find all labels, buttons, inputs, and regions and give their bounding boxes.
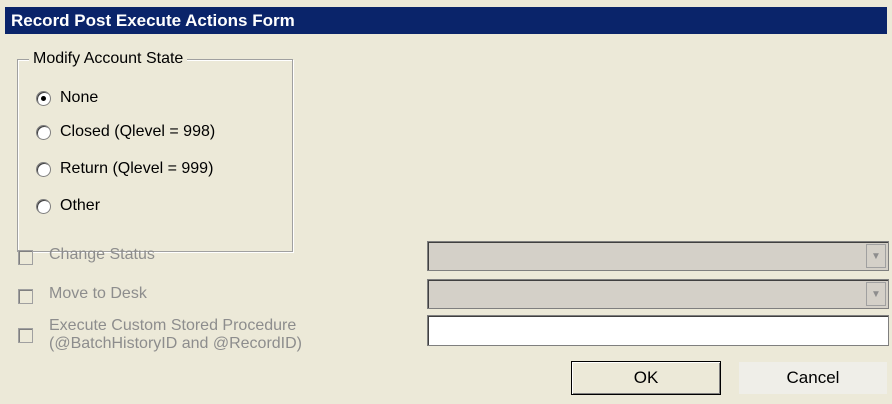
move-to-desk-label: Move to Desk [49,285,147,302]
custom-proc-input[interactable] [427,315,889,346]
dialog-window: Record Post Execute Actions Form Modify … [0,0,892,404]
custom-proc-checkbox[interactable] [18,328,33,343]
radio-other[interactable]: Other [36,194,100,218]
radio-button-closed[interactable] [36,124,51,140]
radio-button-none[interactable] [36,90,51,106]
custom-proc-label-line1: Execute Custom Stored Procedure [49,317,297,334]
move-to-desk-combo[interactable]: ▼ [427,279,889,309]
radio-label-return: Return (Qlevel = 999) [60,160,214,177]
change-status-checkbox[interactable] [18,250,33,265]
change-status-row[interactable]: Change Status [18,246,155,265]
ok-button[interactable]: OK [571,361,721,395]
account-state-legend: Modify Account State [29,50,188,68]
custom-proc-row[interactable]: Execute Custom Stored Procedure (@BatchH… [18,317,302,353]
custom-proc-label: Execute Custom Stored Procedure (@BatchH… [49,317,302,353]
move-to-desk-checkbox[interactable] [18,289,33,304]
radio-none[interactable]: None [36,86,98,110]
change-status-label: Change Status [49,246,155,263]
change-status-combo[interactable]: ▼ [427,241,889,271]
radio-label-none: None [60,89,99,106]
radio-return[interactable]: Return (Qlevel = 999) [36,157,213,181]
radio-label-other: Other [60,197,101,214]
chevron-down-icon[interactable]: ▼ [866,244,886,268]
move-to-desk-row[interactable]: Move to Desk [18,285,147,304]
radio-button-other[interactable] [36,198,51,214]
custom-proc-label-line2: (@BatchHistoryID and @RecordID) [49,335,302,352]
cancel-button[interactable]: Cancel [738,361,888,395]
window-title: Record Post Execute Actions Form [5,7,887,34]
radio-closed[interactable]: Closed (Qlevel = 998) [36,120,215,144]
radio-button-return[interactable] [36,161,51,177]
chevron-down-icon[interactable]: ▼ [866,282,886,306]
radio-label-closed: Closed (Qlevel = 998) [60,123,216,140]
